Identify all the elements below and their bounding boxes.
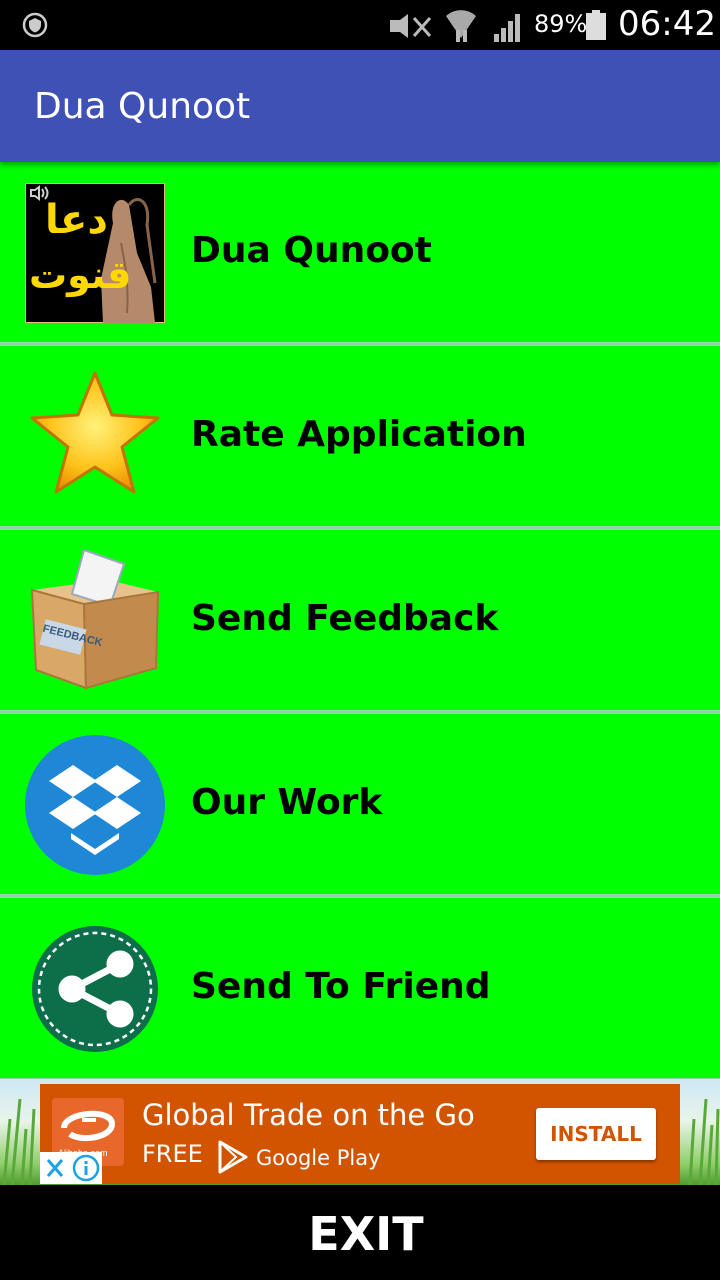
star-icon bbox=[30, 371, 160, 494]
ad-area: Alibaba.com Global Trade on the Go FREE … bbox=[0, 1079, 720, 1185]
menu-item-our-work[interactable]: Our Work bbox=[0, 714, 720, 894]
feedback-box-icon: FEEDBACK bbox=[28, 548, 162, 690]
app-title: Dua Qunoot bbox=[34, 86, 251, 127]
shield-icon bbox=[22, 12, 48, 38]
menu-item-send-feedback[interactable]: FEEDBACK Send Feedback bbox=[0, 530, 720, 710]
menu-item-label: Rate Application bbox=[191, 414, 527, 455]
battery-percent: 89% bbox=[534, 10, 588, 38]
google-play-label: Google Play bbox=[256, 1146, 381, 1170]
clock: 06:42 bbox=[618, 4, 716, 44]
app-bar: Dua Qunoot bbox=[0, 50, 720, 162]
menu-item-label: Dua Qunoot bbox=[191, 230, 432, 271]
install-button[interactable]: INSTALL bbox=[536, 1108, 656, 1160]
menu-item-label: Send Feedback bbox=[191, 598, 499, 639]
dua-icon-text-bottom: قنوت bbox=[29, 253, 132, 297]
ad-choices[interactable] bbox=[40, 1152, 102, 1184]
dua-icon-text-top: دعا bbox=[45, 197, 108, 243]
menu-item-rate-application[interactable]: Rate Application bbox=[0, 346, 720, 526]
signal-icons bbox=[390, 10, 520, 42]
menu-item-send-to-friend[interactable]: Send To Friend bbox=[0, 898, 720, 1078]
share-icon bbox=[32, 926, 158, 1052]
menu-item-label: Send To Friend bbox=[191, 966, 491, 1007]
status-bar: 89% 06:42 bbox=[0, 0, 720, 50]
dropbox-icon bbox=[25, 735, 165, 875]
battery-icon bbox=[586, 10, 606, 40]
google-play-icon bbox=[218, 1140, 248, 1174]
ad-headline: Global Trade on the Go bbox=[142, 1098, 475, 1132]
menu-item-label: Our Work bbox=[191, 782, 383, 823]
exit-button[interactable]: EXIT bbox=[0, 1207, 720, 1261]
menu-item-dua-qunoot[interactable]: دعا قنوت Dua Qunoot bbox=[0, 162, 720, 342]
ad-banner[interactable]: Alibaba.com Global Trade on the Go FREE … bbox=[40, 1084, 680, 1184]
dua-qunoot-icon: دعا قنوت bbox=[24, 182, 166, 324]
exit-bar[interactable]: EXIT bbox=[0, 1185, 720, 1280]
ad-free-label: FREE bbox=[142, 1140, 203, 1168]
